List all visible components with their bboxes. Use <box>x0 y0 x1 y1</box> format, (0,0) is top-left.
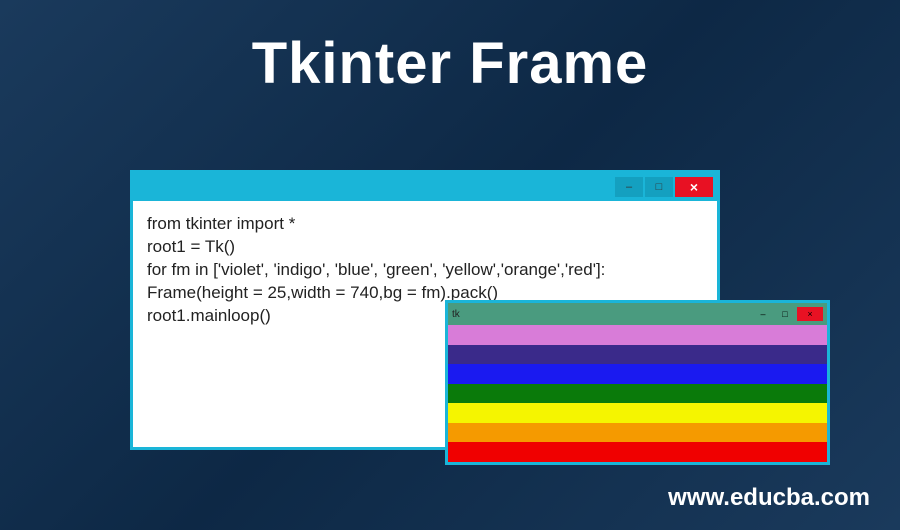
stripe-green <box>448 384 827 404</box>
close-button[interactable]: × <box>797 307 823 321</box>
footer-url: www.educba.com <box>668 484 870 512</box>
code-line: from tkinter import * <box>147 213 703 236</box>
code-titlebar: – □ × <box>133 173 717 201</box>
stripe-red <box>448 442 827 462</box>
code-line: root1 = Tk() <box>147 236 703 259</box>
close-button[interactable]: × <box>675 177 713 197</box>
stripe-violet <box>448 325 827 345</box>
rainbow-output-window: tk – □ × <box>445 300 830 465</box>
tk-window-label: tk <box>452 309 460 320</box>
stripe-blue <box>448 364 827 384</box>
rainbow-window-controls: – □ × <box>753 307 823 321</box>
code-line: for fm in ['violet', 'indigo', 'blue', '… <box>147 259 703 282</box>
page-title: Tkinter Frame <box>0 30 900 97</box>
minimize-button[interactable]: – <box>615 177 643 197</box>
minimize-button[interactable]: – <box>753 307 773 321</box>
maximize-button[interactable]: □ <box>645 177 673 197</box>
rainbow-titlebar: tk – □ × <box>448 303 827 325</box>
stripe-indigo <box>448 345 827 365</box>
stripe-yellow <box>448 403 827 423</box>
rainbow-stripes-container <box>448 325 827 462</box>
maximize-button[interactable]: □ <box>775 307 795 321</box>
stripe-orange <box>448 423 827 443</box>
